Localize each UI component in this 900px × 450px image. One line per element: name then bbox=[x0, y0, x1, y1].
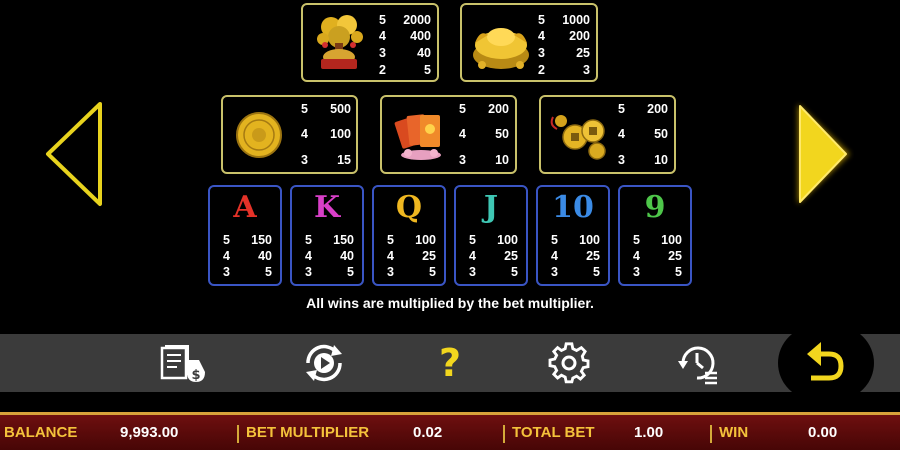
gold-coin-icon bbox=[236, 112, 282, 158]
gold-ingot-icon bbox=[473, 28, 529, 69]
help-button[interactable]: ? bbox=[423, 341, 477, 385]
balance-label: BALANCE bbox=[4, 424, 78, 441]
history-button[interactable] bbox=[671, 341, 725, 385]
help-label: ? bbox=[438, 341, 462, 385]
total-bet-label: TOTAL BET bbox=[512, 424, 595, 441]
next-page-button[interactable] bbox=[792, 98, 854, 210]
paytable-card-lucky-coins: 5 200 4 50 3 10 bbox=[539, 95, 676, 174]
win-value: 0.00 bbox=[808, 424, 838, 441]
back-arrow-icon bbox=[807, 342, 844, 381]
balance-value: 9,993.00 bbox=[120, 424, 179, 441]
paytable-card-j: J 5 100 4 25 35 bbox=[454, 185, 528, 286]
paytable-icon: $ bbox=[160, 345, 205, 383]
symbol-letter-9: 9 bbox=[644, 190, 666, 225]
autoplay-button[interactable] bbox=[297, 341, 351, 385]
paytable-card-gold-coin: 5 500 4 100 3 15 bbox=[221, 95, 358, 174]
paytable-card-k: K 5 150 4 40 35 bbox=[290, 185, 364, 286]
paytable-card-q: Q 5 100 4 25 35 bbox=[372, 185, 446, 286]
paytable-card-red-envelopes: 5 200 4 50 3 10 bbox=[380, 95, 517, 174]
autoplay-icon bbox=[306, 344, 342, 382]
symbol-letter-j: J bbox=[483, 190, 499, 225]
total-bet-value: 1.00 bbox=[634, 424, 664, 441]
paytable-card-money-tree: 5 2000 4 400 3 40 25 bbox=[301, 3, 439, 82]
chevron-left-icon bbox=[46, 102, 102, 206]
bet-multiplier-label: BET MULTIPLIER bbox=[246, 424, 370, 441]
lucky-coins-icon bbox=[550, 115, 606, 160]
symbol-letter-a: A bbox=[233, 190, 257, 225]
paytable-card-gold-ingot: 5 1000 4 200 3 25 23 bbox=[460, 3, 598, 82]
paytable-card-a: A 5 150 4 40 35 bbox=[208, 185, 282, 286]
settings-button[interactable] bbox=[542, 341, 596, 385]
back-button[interactable] bbox=[790, 331, 858, 395]
symbol-letter-q: Q bbox=[395, 190, 423, 225]
paytable-button[interactable]: $ bbox=[157, 341, 211, 385]
previous-page-button[interactable] bbox=[42, 98, 104, 210]
chevron-right-icon bbox=[798, 104, 850, 204]
paytable-card-10: 10 5 100 4 25 35 bbox=[536, 185, 610, 286]
paytable-card-9: 9 5 100 4 25 35 bbox=[618, 185, 692, 286]
history-icon bbox=[678, 346, 717, 385]
svg-text:$: $ bbox=[191, 368, 200, 383]
bet-multiplier-value: 0.02 bbox=[413, 424, 443, 441]
red-envelopes-icon bbox=[394, 114, 441, 160]
money-tree-icon bbox=[317, 15, 363, 69]
divider bbox=[710, 425, 712, 443]
status-bar: BALANCE 9,993.00 BET MULTIPLIER 0.02 TOT… bbox=[0, 412, 900, 450]
divider bbox=[503, 425, 505, 443]
symbol-letter-10: 10 bbox=[552, 190, 594, 225]
gear-icon bbox=[548, 342, 590, 384]
win-label: WIN bbox=[719, 424, 749, 441]
multiplier-note: All wins are multiplied by the bet multi… bbox=[306, 295, 594, 311]
symbol-letter-k: K bbox=[313, 190, 341, 225]
divider bbox=[237, 425, 239, 443]
